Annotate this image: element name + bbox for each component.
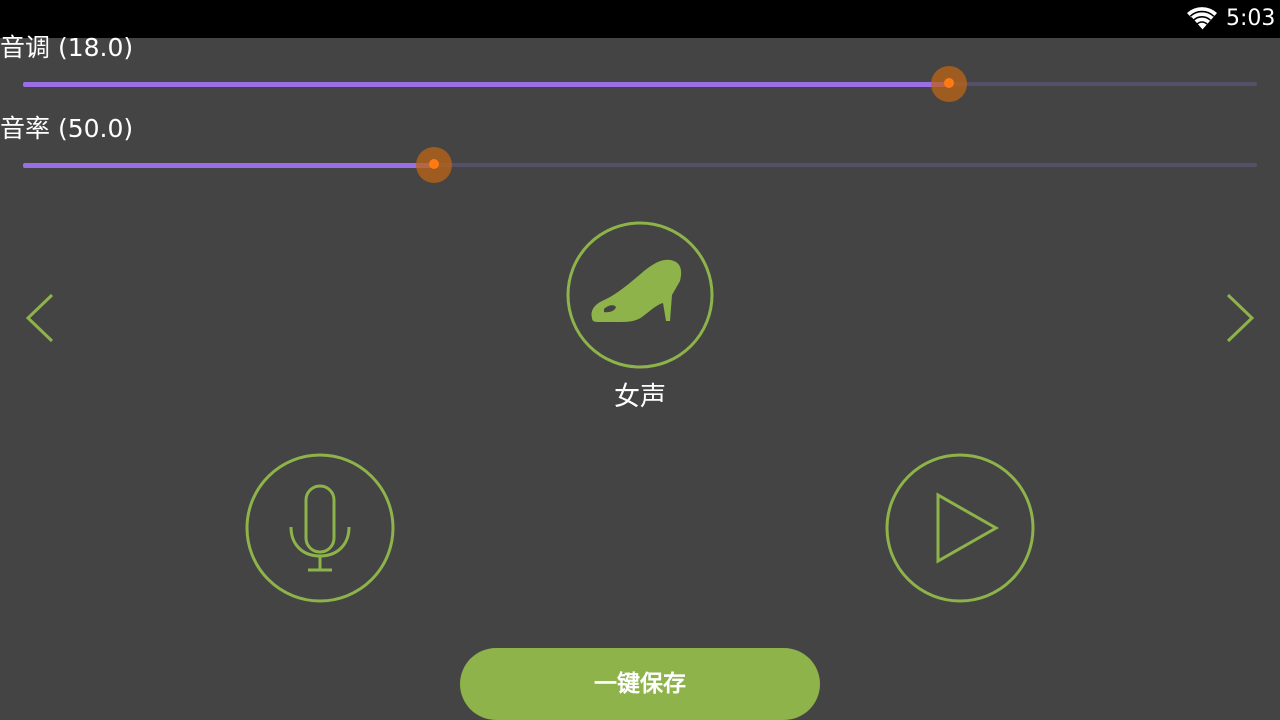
status-clock: 5:03 [1226, 6, 1276, 31]
app-screen: 5:03 音调 (18.0) 音率 (50.0) 女声 一键保存 [0, 0, 1280, 720]
voice-type-button[interactable] [566, 221, 714, 369]
play-icon [936, 492, 1000, 564]
rate-slider-fill [23, 163, 434, 168]
pitch-slider-thumb[interactable] [943, 78, 954, 88]
chevron-left-icon[interactable] [22, 290, 62, 346]
chevron-right-icon[interactable] [1218, 290, 1258, 346]
rate-label: 音率 (50.0) [0, 114, 134, 143]
rate-slider-thumb[interactable] [428, 159, 439, 169]
wifi-icon [1187, 7, 1217, 31]
record-button[interactable] [245, 453, 395, 603]
high-heel-icon [591, 259, 682, 322]
pitch-slider[interactable] [23, 64, 1257, 104]
rate-slider[interactable] [23, 145, 1257, 185]
status-bar: 5:03 [0, 0, 1280, 38]
voice-type-label: 女声 [613, 382, 666, 412]
pitch-label: 音调 (18.0) [0, 33, 134, 62]
pitch-slider-fill [23, 82, 949, 87]
play-button[interactable] [885, 453, 1035, 603]
save-button[interactable]: 一键保存 [460, 648, 820, 720]
microphone-icon [289, 484, 351, 572]
